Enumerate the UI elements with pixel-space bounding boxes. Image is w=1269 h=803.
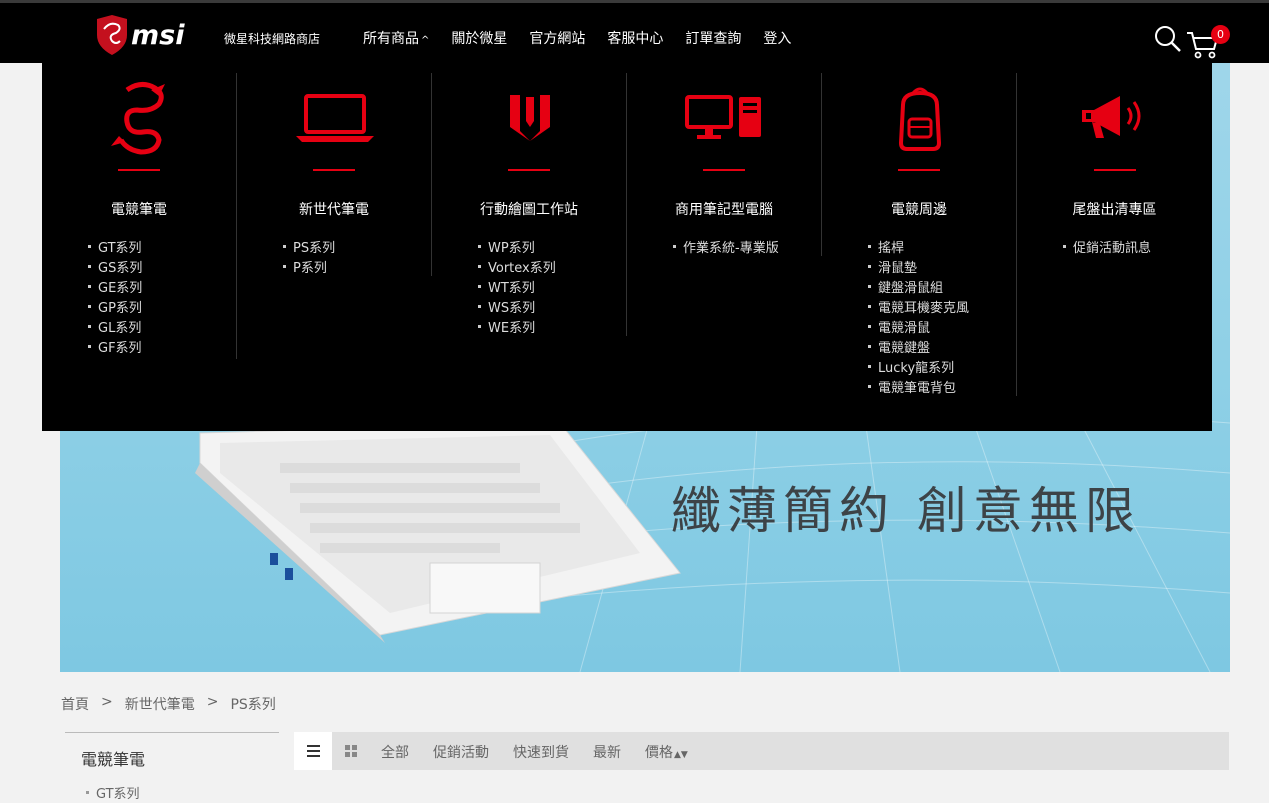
- menu-item[interactable]: WS系列: [478, 299, 626, 319]
- menu-item[interactable]: 電競鍵盤: [868, 339, 1016, 359]
- menu-item[interactable]: 滑鼠墊: [868, 259, 1016, 279]
- breadcrumb-current[interactable]: PS系列: [230, 694, 275, 714]
- divider-bar: [508, 169, 550, 171]
- menu-item[interactable]: WE系列: [478, 319, 626, 339]
- menu-column-peripherals: 電競周邊 搖桿 滑鼠墊 鍵盤滑鼠組 電競耳機麥克風 電競滑鼠 電競鍵盤 Luck…: [822, 73, 1017, 396]
- banner-slogan: 纖薄簡約 創意無限: [671, 482, 1141, 540]
- breadcrumb-separator: >: [206, 694, 219, 710]
- megaphone-icon[interactable]: [1017, 79, 1212, 157]
- menu-item[interactable]: PS系列: [283, 239, 431, 259]
- sidebar-title[interactable]: 電競筆電: [81, 746, 145, 770]
- filter-fast-delivery[interactable]: 快速到貨: [513, 742, 569, 762]
- top-header: msi 微星科技網路商店 所有商品 ^ 關於微星 官方網站 客服中心 訂單查詢 登…: [0, 0, 1269, 63]
- laptop-icon[interactable]: [237, 79, 432, 157]
- divider-bar: [118, 169, 160, 171]
- laptop-image: [195, 422, 681, 643]
- nav-support[interactable]: 客服中心: [607, 28, 663, 48]
- menu-item[interactable]: GL系列: [88, 319, 236, 339]
- brand-wordmark: msi: [131, 20, 185, 51]
- menu-item[interactable]: GE系列: [88, 279, 236, 299]
- nav-order-lookup[interactable]: 訂單查詢: [685, 28, 741, 48]
- grid-view-button[interactable]: [332, 732, 370, 770]
- mega-menu: 電競筆電 GT系列 GS系列 GE系列 GP系列 GL系列 GF系列 新世代筆電…: [42, 63, 1212, 431]
- menu-item[interactable]: 電競滑鼠: [868, 319, 1016, 339]
- product-toolbar: 全部 促銷活動 快速到貨 最新 價格▲▼: [294, 732, 1229, 770]
- menu-title-clearance[interactable]: 尾盤出清專區: [1017, 199, 1212, 219]
- nav-label: 所有商品: [363, 31, 419, 47]
- menu-title-new-gen-laptop[interactable]: 新世代筆電: [237, 199, 431, 219]
- cart-count-badge: 0: [1211, 25, 1230, 44]
- list-view-button[interactable]: [294, 732, 332, 770]
- nav-login[interactable]: 登入: [763, 28, 791, 48]
- breadcrumb-category[interactable]: 新世代筆電: [125, 694, 195, 714]
- nav-about[interactable]: 關於微星: [451, 28, 507, 48]
- menu-item[interactable]: WP系列: [478, 239, 626, 259]
- menu-title-peripherals[interactable]: 電競周邊: [822, 199, 1016, 219]
- filter-price-label: 價格: [645, 745, 673, 761]
- menu-list-gaming-laptop: GT系列 GS系列 GE系列 GP系列 GL系列 GF系列: [88, 239, 236, 359]
- menu-list-peripherals: 搖桿 滑鼠墊 鍵盤滑鼠組 電競耳機麥克風 電競滑鼠 電競鍵盤 Lucky龍系列 …: [868, 239, 1016, 399]
- menu-list-workstation: WP系列 Vortex系列 WT系列 WS系列 WE系列: [478, 239, 626, 339]
- menu-list-new-gen-laptop: PS系列 P系列: [283, 239, 431, 279]
- menu-item[interactable]: GS系列: [88, 259, 236, 279]
- filter-tabs: 全部 促銷活動 快速到貨 最新 價格▲▼: [381, 742, 688, 762]
- menu-item[interactable]: WT系列: [478, 279, 626, 299]
- breadcrumb-home[interactable]: 首頁: [61, 694, 89, 714]
- sidebar-item[interactable]: GT系列: [86, 783, 140, 802]
- search-icon[interactable]: [1154, 25, 1182, 53]
- menu-column-workstation: 行動繪圖工作站 WP系列 Vortex系列 WT系列 WS系列 WE系列: [432, 73, 627, 336]
- menu-item[interactable]: GT系列: [88, 239, 236, 259]
- msi-logo[interactable]: msi: [94, 13, 214, 57]
- filter-promotion[interactable]: 促銷活動: [433, 742, 489, 762]
- sort-icon: ▲▼: [674, 750, 688, 760]
- menu-item[interactable]: 鍵盤滑鼠組: [868, 279, 1016, 299]
- desktop-pc-icon[interactable]: [627, 79, 822, 157]
- menu-title-business[interactable]: 商用筆記型電腦: [627, 199, 821, 219]
- breadcrumb: 首頁 > 新世代筆電 > PS系列: [61, 694, 276, 714]
- menu-column-new-gen-laptop: 新世代筆電 PS系列 P系列: [237, 73, 432, 276]
- divider-bar: [703, 169, 745, 171]
- main-nav: 所有商品 ^ 關於微星 官方網站 客服中心 訂單查詢 登入: [363, 28, 791, 48]
- grid-view-icon: [345, 745, 357, 757]
- dragon-icon[interactable]: [42, 79, 237, 157]
- menu-item[interactable]: Lucky龍系列: [868, 359, 1016, 379]
- menu-item[interactable]: GP系列: [88, 299, 236, 319]
- store-name: 微星科技網路商店: [224, 32, 321, 46]
- menu-item[interactable]: 電競筆電背包: [868, 379, 1016, 399]
- menu-item[interactable]: P系列: [283, 259, 431, 279]
- divider-bar: [898, 169, 940, 171]
- menu-item[interactable]: 搖桿: [868, 239, 1016, 259]
- filter-all[interactable]: 全部: [381, 742, 409, 762]
- nav-all-products[interactable]: 所有商品 ^: [363, 28, 429, 48]
- divider-bar: [1093, 169, 1136, 171]
- chevron-up-icon: ^: [421, 35, 430, 46]
- menu-item[interactable]: Vortex系列: [478, 259, 626, 279]
- menu-item[interactable]: GF系列: [88, 339, 236, 359]
- menu-title-gaming-laptop[interactable]: 電競筆電: [42, 199, 236, 219]
- backpack-icon[interactable]: [822, 79, 1017, 157]
- filter-newest[interactable]: 最新: [593, 742, 621, 762]
- menu-column-clearance: 尾盤出清專區 促銷活動訊息: [1017, 73, 1212, 259]
- menu-title-workstation[interactable]: 行動繪圖工作站: [432, 199, 626, 219]
- nav-official-site[interactable]: 官方網站: [529, 28, 585, 48]
- breadcrumb-separator: >: [101, 694, 113, 710]
- menu-item[interactable]: 作業系統-專業版: [673, 239, 821, 259]
- sidebar-divider: [65, 732, 279, 733]
- menu-list-clearance: 促銷活動訊息: [1063, 239, 1212, 259]
- menu-list-business: 作業系統-專業版: [673, 239, 821, 259]
- menu-column-gaming-laptop: 電競筆電 GT系列 GS系列 GE系列 GP系列 GL系列 GF系列: [42, 73, 237, 359]
- menu-column-business: 商用筆記型電腦 作業系統-專業版: [627, 73, 822, 256]
- menu-item[interactable]: 促銷活動訊息: [1063, 239, 1212, 259]
- divider-bar: [313, 169, 355, 171]
- filter-price[interactable]: 價格▲▼: [645, 742, 688, 762]
- list-view-icon: [307, 745, 320, 757]
- workstation-icon[interactable]: [432, 79, 627, 157]
- menu-item[interactable]: 電競耳機麥克風: [868, 299, 1016, 319]
